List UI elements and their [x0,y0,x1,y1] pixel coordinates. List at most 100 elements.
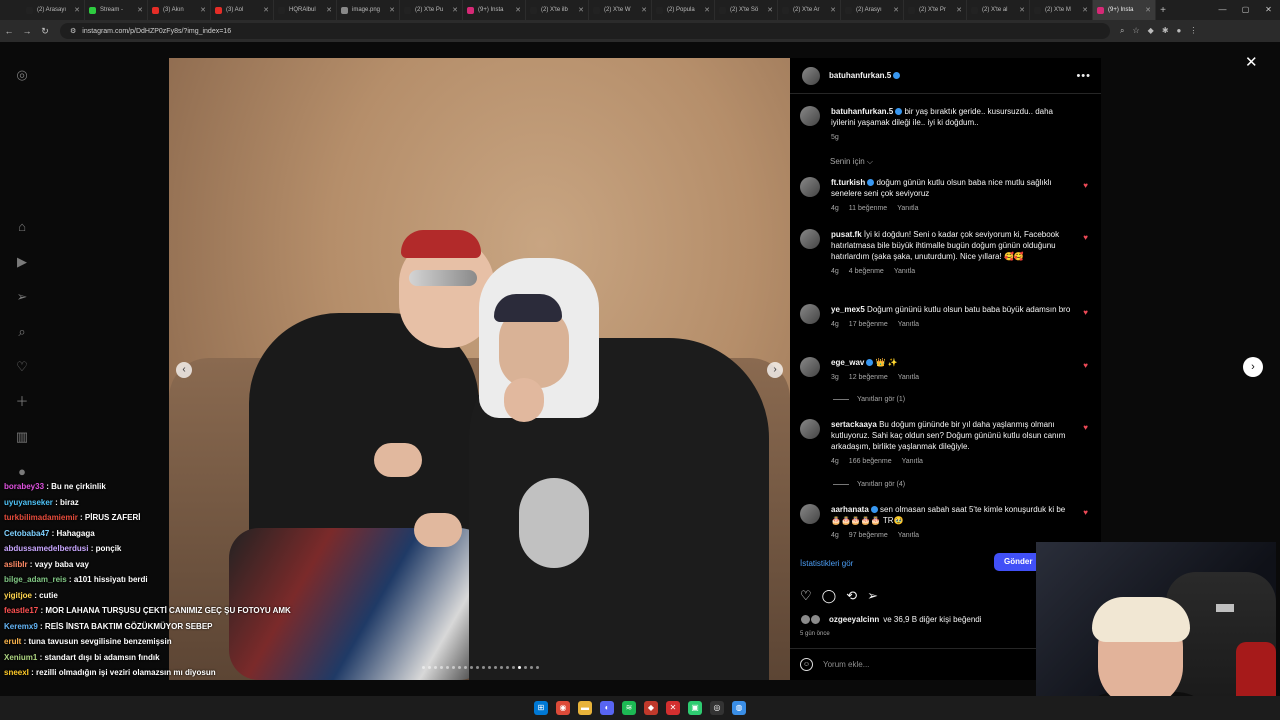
tab-close-icon[interactable]: ✕ [1082,6,1088,14]
app-icon[interactable]: ▣ [688,701,702,715]
browser-tab[interactable]: (2) X'te M ✕ [1030,0,1093,20]
author-avatar[interactable] [800,106,820,126]
tab-close-icon[interactable]: ✕ [956,6,962,14]
comment-like-icon[interactable]: ♥ [1083,308,1088,317]
browser-tab[interactable]: (9+) Insta ✕ [463,0,526,20]
browser-tab[interactable]: (9+) Insta ✕ [1093,0,1156,20]
browser-tab[interactable]: (2) X'te Ar ✕ [778,0,841,20]
browser-tab[interactable]: (2) X'te ilb ✕ [526,0,589,20]
browser-tab[interactable]: Stream - ✕ [85,0,148,20]
share-icon[interactable]: ➢ [867,588,878,604]
comment-likes[interactable]: 97 beğenme [849,530,888,541]
tab-close-icon[interactable]: ✕ [326,6,332,14]
back-icon[interactable]: ← [0,26,18,36]
tab-close-icon[interactable]: ✕ [74,6,80,14]
tab-close-icon[interactable]: ✕ [452,6,458,14]
browser-tab[interactable]: HQRAlbul ✕ [274,0,337,20]
create-icon[interactable]: ＋ [14,394,30,410]
tab-close-icon[interactable]: ✕ [767,6,773,14]
tab-close-icon[interactable]: ✕ [1019,6,1025,14]
commenter-avatar[interactable] [800,304,820,324]
commenter-avatar[interactable] [800,357,820,377]
browser-tab[interactable]: (2) Arasayı ✕ [22,0,85,20]
dashboard-icon[interactable]: ▥ [14,429,30,445]
comment-icon[interactable]: ◯ [822,588,837,604]
tab-close-icon[interactable]: ✕ [515,6,521,14]
browser-tab[interactable]: (2) X'te al ✕ [967,0,1030,20]
comment-likes[interactable]: 4 beğenme [849,266,884,277]
browser-tab[interactable]: (2) Popula ✕ [652,0,715,20]
commenter-avatar[interactable] [800,419,820,439]
tab-close-icon[interactable]: ✕ [704,6,710,14]
discord-icon[interactable]: ◐ [600,701,614,715]
view-replies-link[interactable]: Yanıtları gör (1) [833,396,905,403]
tab-close-icon[interactable]: ✕ [1145,6,1151,14]
view-replies-link[interactable]: Yanıtları gör (4) [833,481,905,488]
browser-tab[interactable]: (3) Aol ✕ [211,0,274,20]
app-icon[interactable]: ◍ [732,701,746,715]
tab-close-icon[interactable]: ✕ [200,6,206,14]
next-image-button[interactable]: › [767,362,783,378]
commenter-username[interactable]: pusat.fk [831,230,862,239]
comment-likes[interactable]: 12 beğenme [849,372,888,383]
commenter-avatar[interactable] [800,229,820,249]
puzzle-icon[interactable]: ✱ [1162,26,1169,36]
browser-tab[interactable]: (2) X'te Sö ✕ [715,0,778,20]
close-icon[interactable]: ✕ [1245,53,1258,71]
reels-icon[interactable]: ▶ [14,254,30,270]
tab-close-icon[interactable]: ✕ [137,6,143,14]
browser-tab[interactable]: (3) Akın ✕ [148,0,211,20]
comment-likes[interactable]: 166 beğenme [849,456,892,467]
commenter-username[interactable]: ege_wav [831,358,864,367]
spotify-icon[interactable]: ≋ [622,701,636,715]
commenter-username[interactable]: ft.turkish [831,178,865,187]
tab-close-icon[interactable]: ✕ [893,6,899,14]
reply-button[interactable]: Yanıtla [898,530,919,541]
view-insights-link[interactable]: İstatistikleri gör [800,559,853,568]
author-avatar[interactable] [802,66,820,85]
more-options-icon[interactable]: ••• [1076,70,1091,82]
menu-icon[interactable]: ⋮ [1189,26,1197,36]
caption-username[interactable]: batuhanfurkan.5 [831,107,893,116]
profile-avatar-icon[interactable]: ● [14,464,30,480]
comment-likes[interactable]: 11 beğenme [849,203,887,214]
minimize-icon[interactable]: — [1211,0,1234,20]
commenter-username[interactable]: aarhanata [831,505,869,514]
commenter-username[interactable]: ye_mex5 [831,305,865,314]
search-icon[interactable]: ⌕ [14,324,30,340]
maximize-icon[interactable]: ▢ [1234,0,1257,20]
comment-likes[interactable]: 17 beğenme [849,319,888,330]
browser-tab[interactable]: image.png ✕ [337,0,400,20]
repost-icon[interactable]: ⟲ [846,588,857,604]
tab-close-icon[interactable]: ✕ [830,6,836,14]
commenter-avatar[interactable] [800,504,820,524]
tab-close-icon[interactable]: ✕ [641,6,647,14]
forward-icon[interactable]: → [18,26,36,36]
comment-like-icon[interactable]: ♥ [1083,361,1088,370]
home-icon[interactable]: ⌂ [14,219,30,235]
comment-like-icon[interactable]: ♥ [1083,181,1088,190]
extension-icon[interactable]: ◆ [1148,26,1154,36]
reply-button[interactable]: Yanıtla [902,456,923,467]
app-icon[interactable]: ◆ [644,701,658,715]
site-info-icon[interactable]: ⚙ [70,27,76,35]
profile-icon[interactable]: ● [1177,26,1182,36]
comment-sort-dropdown[interactable]: Senin için ⌵ [830,157,873,167]
messages-icon[interactable]: ➢ [14,289,30,305]
commenter-avatar[interactable] [800,177,820,197]
commenter-username[interactable]: sertackaaya [831,420,877,429]
comment-like-icon[interactable]: ♥ [1083,508,1088,517]
likes-summary[interactable]: ozgeeyalcinn ve 36,9 B diğer kişi beğend… [800,614,982,625]
start-icon[interactable]: ⊞ [534,701,548,715]
reply-button[interactable]: Yanıtla [898,319,919,330]
browser-tab[interactable]: (2) Arasyı ✕ [841,0,904,20]
comment-like-icon[interactable]: ♥ [1083,423,1088,432]
browser-tab[interactable]: (2) X'te W ✕ [589,0,652,20]
tab-close-icon[interactable]: ✕ [389,6,395,14]
prev-image-button[interactable]: ‹ [176,362,192,378]
x-app-icon[interactable]: ✕ [666,701,680,715]
instagram-logo-icon[interactable]: ◎ [14,67,30,83]
emoji-icon[interactable]: ☺ [800,658,813,671]
reply-button[interactable]: Yanıtla [898,372,919,383]
reply-button[interactable]: Yanıtla [897,203,918,214]
